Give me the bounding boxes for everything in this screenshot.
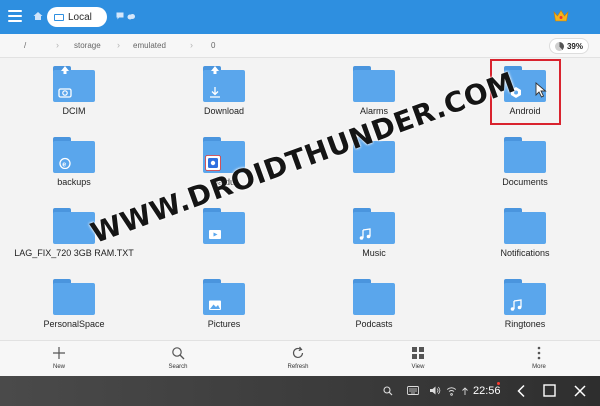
folder-icon: e: [53, 137, 95, 173]
home-icon[interactable]: [33, 11, 43, 21]
signal-icon: [462, 387, 468, 395]
folder-name: PersonalSpace: [43, 319, 105, 329]
folder-name: backups: [57, 177, 91, 187]
folder-icon: [504, 279, 546, 315]
folder-icon: [504, 137, 546, 173]
back-icon[interactable]: [516, 384, 526, 398]
baidu-app-icon: [205, 155, 221, 171]
storage-pie-icon: [554, 41, 564, 51]
search-icon[interactable]: [383, 386, 393, 396]
local-tab[interactable]: Local: [47, 7, 107, 27]
folder-icon: [504, 208, 546, 244]
folder-icon: [203, 208, 245, 244]
upload-arrow-icon: [211, 66, 219, 74]
folder-item[interactable]: e backups: [4, 129, 144, 199]
folder-icon: [203, 66, 245, 102]
path-segment-0[interactable]: 0: [211, 41, 215, 50]
path-segment-root[interactable]: /: [24, 41, 26, 50]
folder-icon: [353, 208, 395, 244]
plus-icon: [53, 347, 65, 359]
folder-item[interactable]: Documents: [455, 129, 595, 199]
folder-item[interactable]: Pictures: [154, 271, 294, 341]
folder-icon: [53, 279, 95, 315]
folder-icon: [353, 66, 395, 102]
chat-icon[interactable]: [116, 12, 124, 20]
refresh-icon: [292, 346, 304, 359]
folder-name: Notifications: [500, 248, 550, 258]
window-icon: [54, 13, 64, 21]
menu-icon[interactable]: [8, 10, 22, 22]
folder-item[interactable]: Podcasts: [304, 271, 444, 341]
home-square-icon[interactable]: [543, 384, 556, 397]
path-separator: ›: [190, 40, 193, 50]
folder-name: Documents: [502, 177, 548, 187]
notification-dot: [497, 382, 500, 385]
path-bar: / › storage › emulated › 0 39%: [0, 34, 600, 58]
search-label: Search: [168, 364, 188, 370]
view-label: View: [411, 364, 425, 370]
download-arrow-icon: [210, 87, 220, 98]
svg-text:e: e: [62, 161, 66, 168]
new-button[interactable]: New: [29, 345, 89, 375]
folder-name: Music: [362, 248, 386, 258]
close-icon[interactable]: [574, 385, 586, 397]
system-nav-bar: 22:56: [0, 376, 600, 406]
e-badge-icon: e: [59, 157, 71, 169]
music-note-icon: [359, 228, 371, 240]
path-separator: ›: [56, 40, 59, 50]
folder-icon: [353, 279, 395, 315]
wifi-icon: [446, 387, 457, 396]
clock: 22:56: [473, 385, 501, 397]
keyboard-icon[interactable]: [407, 386, 419, 395]
local-tab-label: Local: [68, 11, 92, 23]
cloud-icon[interactable]: [127, 12, 135, 20]
folder-item[interactable]: Notifications: [455, 200, 595, 270]
search-button[interactable]: Search: [148, 345, 208, 375]
top-bar: Local: [0, 0, 600, 34]
grid-view-icon: [412, 347, 424, 359]
crown-icon[interactable]: [553, 9, 569, 23]
folder-icon: [203, 279, 245, 315]
new-label: New: [52, 364, 65, 370]
folder-name: LAG_FIX_720 3GB RAM.TXT: [14, 248, 134, 258]
folder-name: Download: [203, 106, 245, 116]
path-separator: ›: [117, 40, 120, 50]
storage-usage-badge[interactable]: 39%: [549, 38, 589, 54]
upload-arrow-icon: [61, 66, 69, 74]
refresh-button[interactable]: Refresh: [268, 345, 328, 375]
refresh-label: Refresh: [287, 364, 309, 370]
folder-item[interactable]: Ringtones: [455, 271, 595, 341]
folder-name: Podcasts: [355, 319, 393, 329]
folder-item[interactable]: Download: [154, 58, 294, 128]
folder-item[interactable]: DCIM: [4, 58, 144, 128]
volume-icon[interactable]: [429, 385, 441, 396]
folder-icon: [53, 66, 95, 102]
more-button[interactable]: More: [509, 345, 569, 375]
path-segment-emulated[interactable]: emulated: [133, 41, 166, 50]
folder-name: DCIM: [62, 106, 86, 116]
video-play-icon: [209, 230, 221, 239]
folder-name: Pictures: [207, 319, 241, 329]
folder-item[interactable]: PersonalSpace: [4, 271, 144, 341]
more-vertical-icon: [537, 346, 541, 360]
bottom-toolbar: New Search Refresh View More: [0, 340, 600, 376]
image-icon: [209, 300, 221, 310]
path-segment-storage[interactable]: storage: [74, 41, 101, 50]
folder-item[interactable]: Music: [304, 200, 444, 270]
more-label: More: [532, 364, 546, 370]
music-note-icon: [510, 299, 522, 311]
camera-icon: [58, 88, 72, 98]
folder-name: Ringtones: [504, 319, 546, 329]
storage-percent: 39%: [566, 41, 583, 51]
search-icon: [172, 347, 185, 360]
view-button[interactable]: View: [388, 345, 448, 375]
